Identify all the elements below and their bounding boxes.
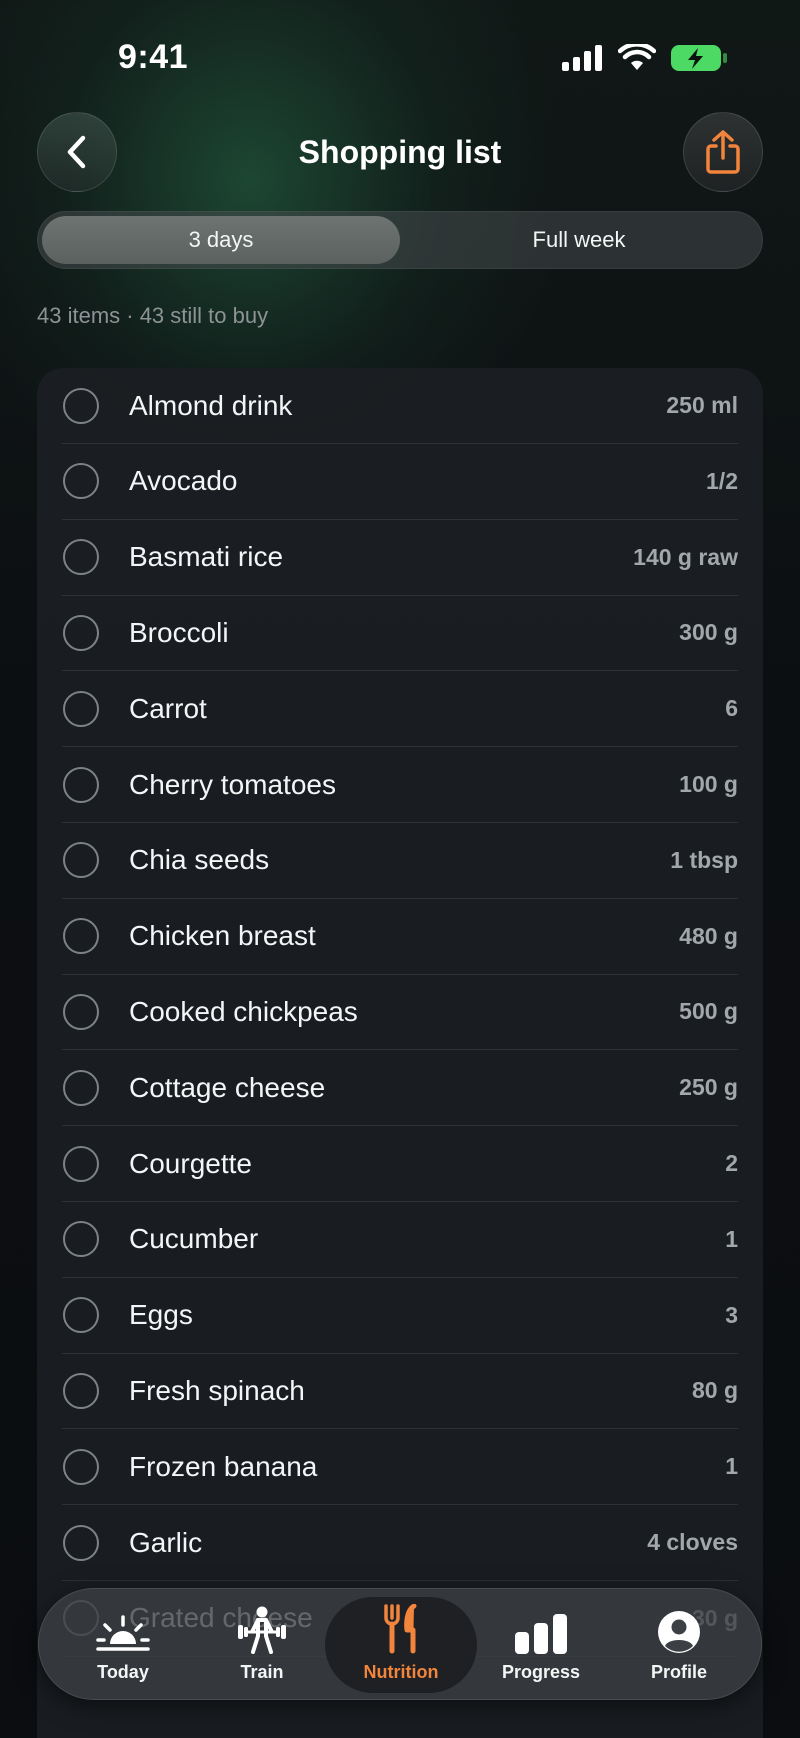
checkbox-circle[interactable] bbox=[63, 1297, 99, 1334]
tab-nutrition-label: Nutrition bbox=[363, 1661, 439, 1682]
page-title: Shopping list bbox=[298, 134, 502, 170]
checkbox-circle[interactable] bbox=[63, 463, 99, 500]
item-name: Eggs bbox=[129, 1299, 193, 1331]
checkbox-circle[interactable] bbox=[63, 842, 99, 879]
item-name: Broccoli bbox=[129, 616, 229, 648]
wifi-icon bbox=[618, 44, 656, 70]
status-time: 9:41 bbox=[118, 38, 189, 76]
item-quantity: 140 g raw bbox=[633, 543, 738, 570]
list-item[interactable]: Broccoli 300 g bbox=[62, 595, 738, 672]
tab-today-label: Today bbox=[97, 1661, 149, 1682]
item-name: Garlic bbox=[129, 1526, 203, 1558]
status-bar: 9:41 bbox=[0, 0, 800, 110]
list-item[interactable]: Frozen banana 1 bbox=[62, 1429, 738, 1506]
list-item[interactable]: Cucumber 1 bbox=[62, 1202, 738, 1278]
fork-knife-icon bbox=[384, 1603, 417, 1653]
person-circle-icon bbox=[658, 1610, 700, 1653]
checkbox-circle[interactable] bbox=[63, 387, 99, 424]
checkbox-circle[interactable] bbox=[63, 1448, 99, 1485]
item-quantity: 480 g bbox=[679, 922, 738, 949]
checkbox-circle[interactable] bbox=[63, 993, 99, 1030]
checkbox-circle[interactable] bbox=[63, 1372, 99, 1409]
list-item[interactable]: Carrot 6 bbox=[62, 671, 738, 748]
item-name: Cooked chickpeas bbox=[129, 995, 358, 1027]
item-quantity: 100 g bbox=[679, 771, 738, 797]
item-quantity: 1 tbsp bbox=[670, 846, 738, 873]
tab-train-label: Train bbox=[240, 1661, 284, 1682]
item-quantity: 500 g bbox=[679, 998, 738, 1025]
item-quantity: 250 ml bbox=[666, 392, 738, 418]
list-item[interactable]: Chia seeds 1 tbsp bbox=[62, 823, 738, 899]
segment-full-week[interactable]: Full week bbox=[400, 216, 758, 264]
item-name: Chia seeds bbox=[129, 844, 270, 876]
item-name: Avocado bbox=[129, 465, 238, 497]
list-item[interactable]: Chicken breast 480 g bbox=[62, 899, 738, 975]
item-name: Frozen banana bbox=[129, 1450, 318, 1482]
item-name: Chicken breast bbox=[129, 920, 316, 952]
share-icon bbox=[706, 130, 740, 174]
list-item[interactable]: Cottage cheese 250 g bbox=[62, 1050, 738, 1127]
items-summary: 43 items · 43 still to buy bbox=[37, 303, 269, 328]
list-item[interactable]: Cooked chickpeas 500 g bbox=[62, 974, 738, 1051]
list-item[interactable]: Fresh spinach 80 g bbox=[62, 1353, 738, 1430]
checkbox-circle[interactable] bbox=[63, 1069, 99, 1106]
tab-today[interactable]: Today bbox=[53, 1589, 193, 1701]
checkbox-circle[interactable] bbox=[63, 539, 99, 576]
weightlifter-icon bbox=[238, 1606, 286, 1654]
range-segmented-control: 3 days Full week bbox=[37, 211, 763, 269]
item-name: Fresh spinach bbox=[129, 1374, 305, 1406]
tab-train[interactable]: Train bbox=[192, 1589, 332, 1701]
item-quantity: 80 g bbox=[691, 1377, 738, 1404]
item-name: Cottage cheese bbox=[129, 1071, 326, 1103]
list-item[interactable]: Eggs 3 bbox=[62, 1278, 738, 1354]
tab-profile-label: Profile bbox=[650, 1661, 707, 1682]
sunrise-icon bbox=[96, 1614, 150, 1651]
list-item[interactable]: Garlic 4 cloves bbox=[62, 1505, 738, 1581]
shopping-list: Almond drink 250 ml Avocado 1/2 Basmati rice… bbox=[37, 368, 763, 1738]
battery-charging-icon bbox=[671, 45, 727, 71]
tab-bar: Today Train Nutrition Progress Profile bbox=[38, 1588, 762, 1700]
item-quantity: 6 bbox=[725, 695, 738, 722]
list-item[interactable]: Basmati rice 140 g raw bbox=[62, 520, 738, 596]
checkbox-circle[interactable] bbox=[63, 1221, 99, 1258]
item-name: Almond drink bbox=[129, 389, 293, 421]
item-name: Carrot bbox=[129, 692, 207, 724]
item-name: Cucumber bbox=[129, 1223, 259, 1255]
item-quantity: 1 bbox=[725, 1225, 738, 1252]
item-name: Basmati rice bbox=[129, 541, 284, 573]
item-name: Cherry tomatoes bbox=[129, 768, 336, 800]
item-quantity: 4 cloves bbox=[647, 1529, 738, 1555]
item-quantity: 2 bbox=[725, 1150, 738, 1176]
status-icons bbox=[562, 44, 728, 72]
item-quantity: 3 bbox=[725, 1301, 738, 1328]
tab-profile[interactable]: Profile bbox=[609, 1589, 749, 1701]
checkbox-circle[interactable] bbox=[63, 766, 99, 803]
item-quantity: 1/2 bbox=[706, 467, 738, 494]
list-item[interactable]: Almond drink 250 ml bbox=[62, 368, 738, 444]
checkbox-circle[interactable] bbox=[63, 1145, 99, 1182]
header: Shopping list bbox=[0, 112, 800, 192]
tab-progress-label: Progress bbox=[501, 1661, 581, 1682]
item-name: Courgette bbox=[129, 1147, 252, 1179]
list-item[interactable]: Cherry tomatoes 100 g bbox=[62, 747, 738, 823]
checkbox-circle[interactable] bbox=[63, 690, 99, 727]
segment-3-days[interactable]: 3 days bbox=[42, 216, 400, 264]
list-item[interactable]: Courgette 2 bbox=[62, 1126, 738, 1202]
list-item[interactable]: Avocado 1/2 bbox=[62, 444, 738, 520]
tab-progress[interactable]: Progress bbox=[471, 1589, 611, 1701]
tab-nutrition[interactable]: Nutrition bbox=[325, 1597, 477, 1693]
checkbox-circle[interactable] bbox=[63, 1524, 99, 1561]
share-button[interactable] bbox=[683, 112, 763, 192]
cellular-signal-icon bbox=[562, 45, 602, 71]
item-quantity: 250 g bbox=[679, 1074, 738, 1101]
item-quantity: 300 g bbox=[679, 619, 738, 646]
item-quantity: 1 bbox=[725, 1453, 738, 1480]
checkbox-circle[interactable] bbox=[63, 918, 99, 955]
checkbox-circle[interactable] bbox=[63, 614, 99, 651]
bar-chart-icon bbox=[515, 1613, 567, 1654]
